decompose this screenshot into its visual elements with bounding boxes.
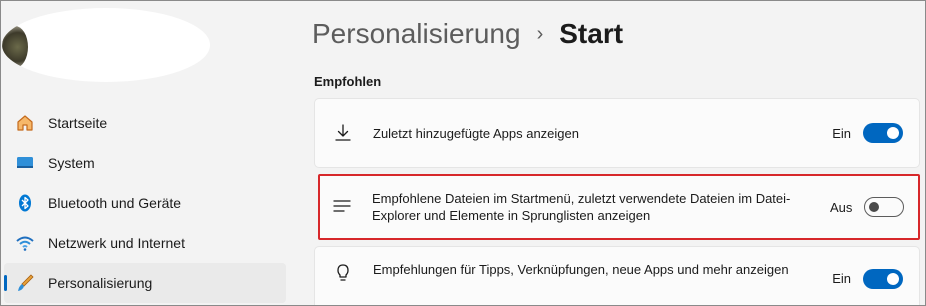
chevron-right-icon: ›	[536, 22, 544, 45]
toggle-knob	[887, 127, 899, 139]
sidebar-item-startseite[interactable]: Startseite	[4, 103, 286, 143]
setting-card-recent-apps[interactable]: Zuletzt hinzugefügte Apps anzeigen Ein	[314, 98, 920, 168]
recent-apps-toggle[interactable]	[863, 123, 903, 143]
setting-description: Empfohlene Dateien im Startmenü, zuletzt…	[372, 191, 791, 223]
toggle-state-label: Ein	[832, 125, 851, 141]
page-title: Start	[559, 18, 624, 49]
sidebar-item-label: Netzwerk und Internet	[48, 235, 185, 251]
sidebar-item-label: System	[48, 155, 95, 171]
tips-toggle[interactable]	[863, 269, 903, 289]
download-icon	[333, 123, 353, 143]
toggle-state-label: Aus	[830, 199, 853, 215]
setting-card-tips[interactable]: Empfehlungen für Tipps, Verknüpfungen, n…	[314, 246, 920, 306]
lightbulb-icon	[333, 263, 353, 283]
wifi-icon	[14, 232, 36, 254]
bluetooth-icon	[14, 192, 36, 214]
sidebar-item-personalisierung[interactable]: Personalisierung	[4, 263, 286, 303]
list-icon	[332, 197, 352, 217]
setting-description: Zuletzt hinzugefügte Apps anzeigen	[373, 125, 579, 141]
active-indicator	[4, 275, 7, 291]
user-avatar[interactable]	[2, 8, 210, 82]
sidebar-nav: Startseite System Bluetooth und Geräte N…	[4, 103, 286, 303]
sidebar-item-netzwerk[interactable]: Netzwerk und Internet	[4, 223, 286, 263]
recommended-files-toggle[interactable]	[864, 197, 904, 217]
toggle-knob	[869, 202, 879, 212]
sidebar-item-system[interactable]: System	[4, 143, 286, 183]
setting-card-recommended-files[interactable]: Empfohlene Dateien im Startmenü, zuletzt…	[318, 174, 920, 240]
sidebar-item-label: Bluetooth und Geräte	[48, 195, 182, 211]
home-icon	[14, 112, 36, 134]
setting-description: Empfehlungen für Tipps, Verknüpfungen, n…	[373, 262, 789, 277]
brush-icon	[14, 272, 36, 294]
breadcrumb-parent[interactable]: Personalisierung	[312, 18, 521, 50]
toggle-state-label: Ein	[832, 271, 851, 286]
sidebar-item-label: Startseite	[48, 115, 108, 131]
sidebar-item-label: Personalisierung	[48, 275, 153, 291]
section-title: Empfohlen	[314, 74, 382, 89]
toggle-knob	[887, 273, 899, 285]
avatar-image	[2, 26, 28, 68]
breadcrumb: Personalisierung › Start	[312, 18, 623, 50]
sidebar-item-bluetooth[interactable]: Bluetooth und Geräte	[4, 183, 286, 223]
monitor-icon	[14, 152, 36, 174]
